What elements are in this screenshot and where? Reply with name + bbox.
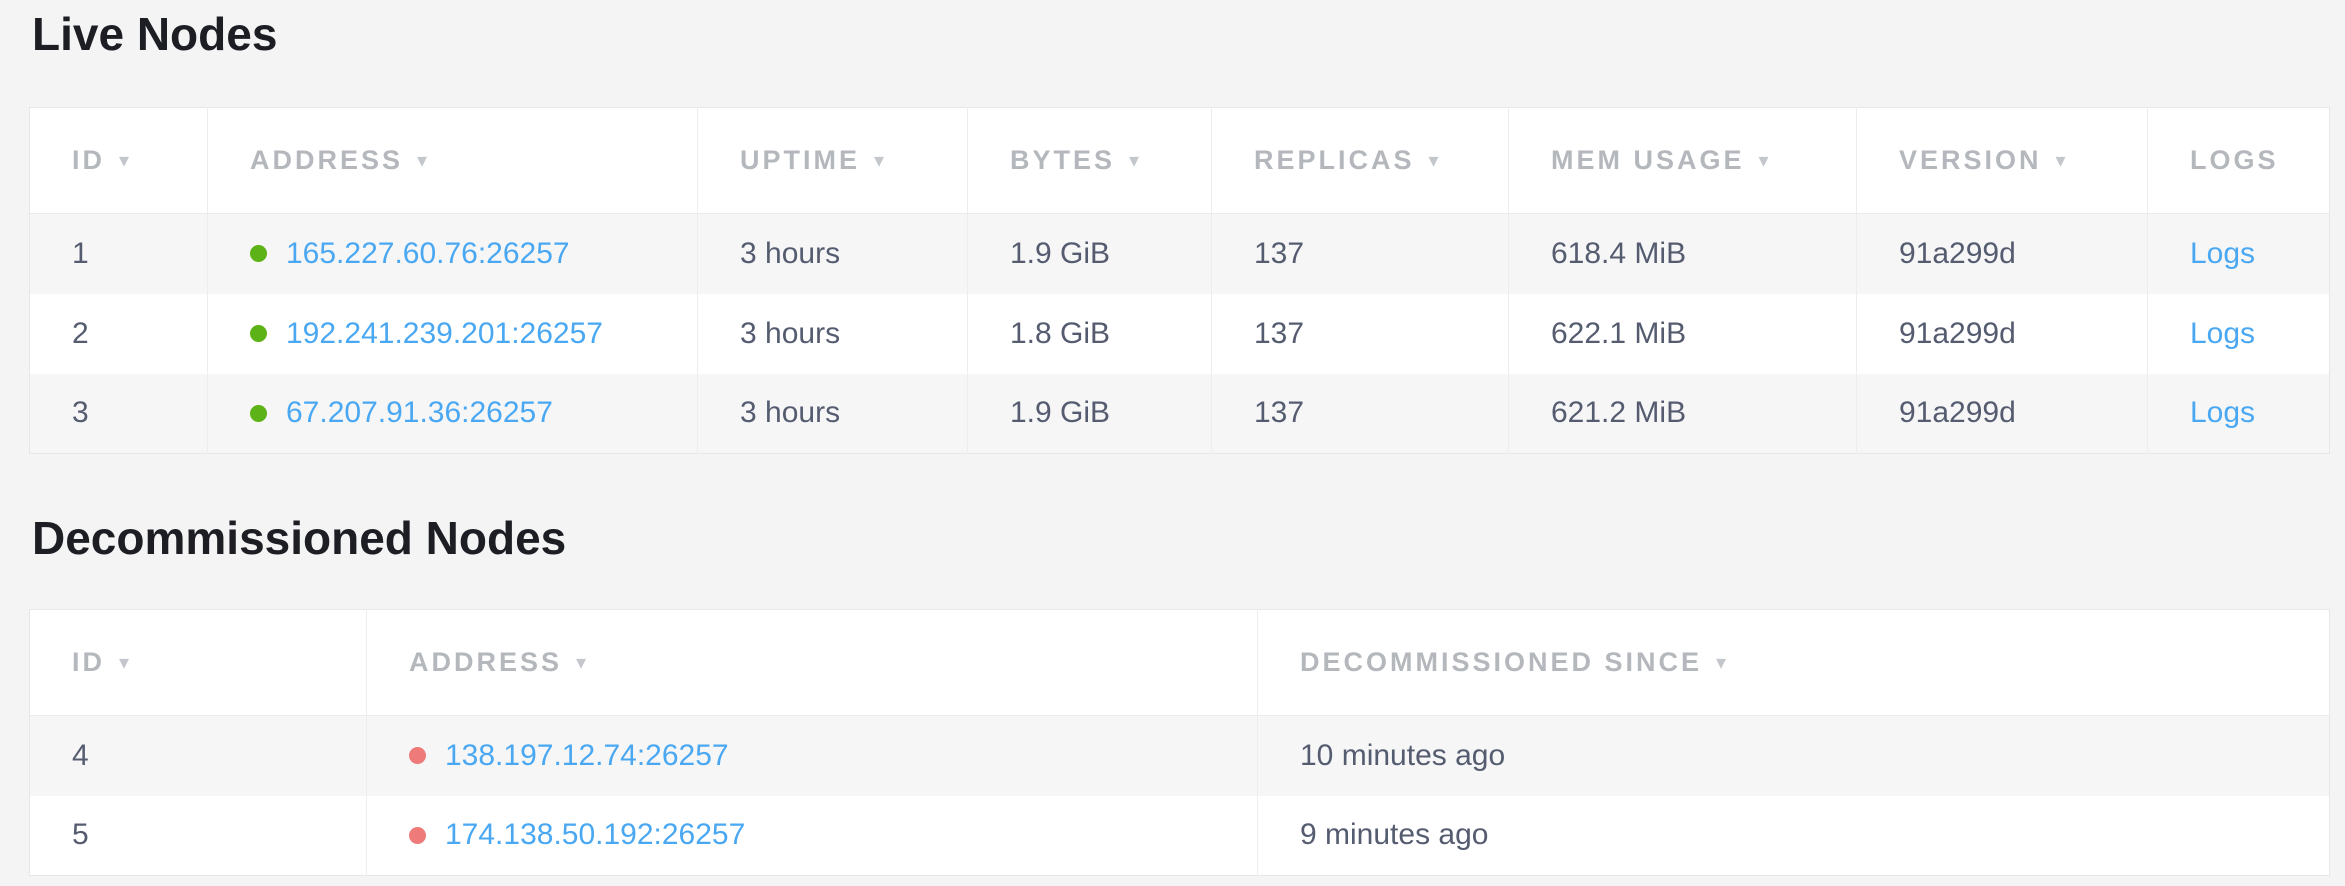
cell-node-address: 67.207.91.36:26257 xyxy=(208,374,698,454)
column-header-label: LOGS xyxy=(2190,145,2279,175)
node-address-link[interactable]: 67.207.91.36:26257 xyxy=(286,396,553,430)
cell-mem-usage: 622.1 MiB xyxy=(1509,294,1857,374)
live-status-dot-icon xyxy=(250,245,267,262)
cell-logs: Logs xyxy=(2148,374,2330,454)
column-header-mem-usage[interactable]: MEM USAGE ▾ xyxy=(1509,108,1857,214)
column-header-uptime[interactable]: UPTIME ▾ xyxy=(698,108,968,214)
column-header-address[interactable]: ADDRESS ▾ xyxy=(208,108,698,214)
cell-decommissioned-since: 9 minutes ago xyxy=(1258,796,2330,876)
cell-replicas: 137 xyxy=(1212,374,1509,454)
live-status-dot-icon xyxy=(250,405,267,422)
sort-arrow-icon: ▾ xyxy=(1716,650,1726,675)
sort-arrow-icon: ▾ xyxy=(576,650,586,675)
column-header-label: UPTIME xyxy=(740,145,860,175)
decommissioned-nodes-header-row: ID ▾ ADDRESS ▾ DECOMMISSIONED SINCE ▾ xyxy=(30,610,2330,716)
column-header-label: ID xyxy=(72,647,105,677)
logs-link[interactable]: Logs xyxy=(2190,237,2255,270)
cell-uptime: 3 hours xyxy=(698,374,968,454)
column-header-version[interactable]: VERSION ▾ xyxy=(1857,108,2148,214)
node-address-link[interactable]: 138.197.12.74:26257 xyxy=(445,739,729,773)
cell-logs: Logs xyxy=(2148,214,2330,294)
logs-link[interactable]: Logs xyxy=(2190,317,2255,350)
cell-bytes: 1.9 GiB xyxy=(968,214,1212,294)
column-header-label: BYTES xyxy=(1010,145,1115,175)
cell-replicas: 137 xyxy=(1212,294,1509,374)
table-row: 5 174.138.50.192:26257 9 minutes ago xyxy=(30,796,2330,876)
cell-node-id: 2 xyxy=(30,294,208,374)
sort-arrow-icon: ▾ xyxy=(874,148,884,173)
live-nodes-table: ID ▾ ADDRESS ▾ UPTIME ▾ BYTES ▾ REPLICAS ▾ ME… xyxy=(29,107,2330,454)
decommissioned-nodes-table: ID ▾ ADDRESS ▾ DECOMMISSIONED SINCE ▾ 4 138… xyxy=(29,609,2330,876)
column-header-label: ADDRESS xyxy=(409,647,562,677)
cell-node-id: 1 xyxy=(30,214,208,294)
cell-bytes: 1.8 GiB xyxy=(968,294,1212,374)
cell-logs: Logs xyxy=(2148,294,2330,374)
cell-uptime: 3 hours xyxy=(698,294,968,374)
sort-arrow-icon: ▾ xyxy=(119,148,129,173)
sort-arrow-icon: ▾ xyxy=(2056,148,2066,173)
node-address-link[interactable]: 192.241.239.201:26257 xyxy=(286,317,603,351)
column-header-label: MEM USAGE xyxy=(1551,145,1745,175)
cell-mem-usage: 618.4 MiB xyxy=(1509,214,1857,294)
table-row: 4 138.197.12.74:26257 10 minutes ago xyxy=(30,716,2330,796)
cell-node-address: 192.241.239.201:26257 xyxy=(208,294,698,374)
cell-node-address: 165.227.60.76:26257 xyxy=(208,214,698,294)
sort-arrow-icon: ▾ xyxy=(1759,148,1769,173)
cell-node-address: 138.197.12.74:26257 xyxy=(367,716,1258,796)
cell-version: 91a299d xyxy=(1857,294,2148,374)
column-header-logs: LOGS xyxy=(2148,108,2330,214)
column-header-label: ID xyxy=(72,145,105,175)
cell-node-id: 4 xyxy=(30,716,367,796)
cell-mem-usage: 621.2 MiB xyxy=(1509,374,1857,454)
node-address-link[interactable]: 174.138.50.192:26257 xyxy=(445,818,745,852)
cell-node-id: 5 xyxy=(30,796,367,876)
cell-decommissioned-since: 10 minutes ago xyxy=(1258,716,2330,796)
live-status-dot-icon xyxy=(250,325,267,342)
column-header-label: VERSION xyxy=(1899,145,2042,175)
column-header-address[interactable]: ADDRESS ▾ xyxy=(367,610,1258,716)
logs-link[interactable]: Logs xyxy=(2190,396,2255,429)
cell-node-id: 3 xyxy=(30,374,208,454)
cell-node-address: 174.138.50.192:26257 xyxy=(367,796,1258,876)
column-header-replicas[interactable]: REPLICAS ▾ xyxy=(1212,108,1509,214)
cell-bytes: 1.9 GiB xyxy=(968,374,1212,454)
cell-uptime: 3 hours xyxy=(698,214,968,294)
column-header-label: REPLICAS xyxy=(1254,145,1415,175)
decommissioned-status-dot-icon xyxy=(409,747,426,764)
page-content: Live Nodes ID ▾ ADDRESS ▾ UPTIME ▾ BYTES ▾ R… xyxy=(0,0,2345,876)
node-address-link[interactable]: 165.227.60.76:26257 xyxy=(286,237,570,271)
table-row: 2 192.241.239.201:26257 3 hours 1.8 GiB … xyxy=(30,294,2330,374)
sort-arrow-icon: ▾ xyxy=(417,148,427,173)
column-header-label: ADDRESS xyxy=(250,145,403,175)
table-row: 1 165.227.60.76:26257 3 hours 1.9 GiB 13… xyxy=(30,214,2330,294)
decommissioned-status-dot-icon xyxy=(409,827,426,844)
cell-replicas: 137 xyxy=(1212,214,1509,294)
cell-version: 91a299d xyxy=(1857,214,2148,294)
column-header-id[interactable]: ID ▾ xyxy=(30,610,367,716)
live-nodes-header-row: ID ▾ ADDRESS ▾ UPTIME ▾ BYTES ▾ REPLICAS ▾ ME… xyxy=(30,108,2330,214)
column-header-label: DECOMMISSIONED SINCE xyxy=(1300,647,1702,677)
live-nodes-title: Live Nodes xyxy=(29,0,2330,60)
sort-arrow-icon: ▾ xyxy=(1429,148,1439,173)
sort-arrow-icon: ▾ xyxy=(1129,148,1139,173)
decommissioned-nodes-title: Decommissioned Nodes xyxy=(29,504,2330,564)
nodes-overview-page: { "icons": { "sort_arrow": "▾" }, "color… xyxy=(0,0,2345,886)
column-header-decommissioned-since[interactable]: DECOMMISSIONED SINCE ▾ xyxy=(1258,610,2330,716)
table-row: 3 67.207.91.36:26257 3 hours 1.9 GiB 137… xyxy=(30,374,2330,454)
column-header-id[interactable]: ID ▾ xyxy=(30,108,208,214)
column-header-bytes[interactable]: BYTES ▾ xyxy=(968,108,1212,214)
sort-arrow-icon: ▾ xyxy=(119,650,129,675)
cell-version: 91a299d xyxy=(1857,374,2148,454)
